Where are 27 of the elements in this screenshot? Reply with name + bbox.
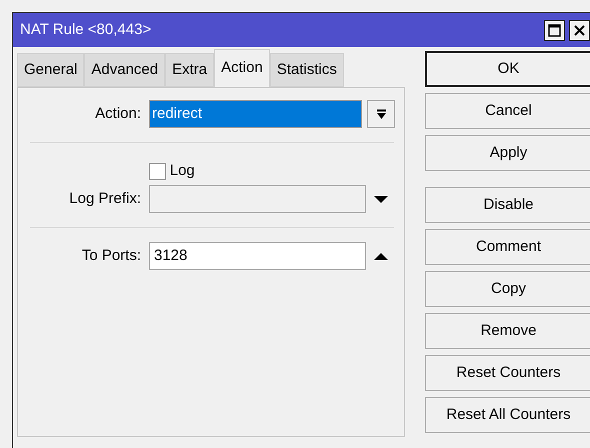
- close-icon[interactable]: [569, 20, 590, 40]
- field-label: Action:: [94, 104, 142, 124]
- dialog-button[interactable]: Remove: [425, 313, 590, 349]
- maximize-icon[interactable]: [544, 20, 566, 40]
- dialog-button[interactable]: Copy: [425, 271, 590, 307]
- tab[interactable]: Action: [214, 49, 270, 87]
- dialog-button[interactable]: Reset All Counters: [425, 397, 590, 433]
- dropdown-arrow-icon: [376, 108, 386, 120]
- dropdown-field[interactable]: redirect: [149, 100, 362, 128]
- tab[interactable]: Statistics: [270, 53, 344, 87]
- checkbox[interactable]: [149, 162, 166, 180]
- tab[interactable]: Extra: [165, 53, 214, 87]
- input-field[interactable]: 3128: [149, 242, 366, 270]
- dialog-button[interactable]: Apply: [425, 135, 590, 171]
- dialog-button[interactable]: Cancel: [425, 93, 590, 129]
- collapse-arrow-icon[interactable]: [374, 252, 388, 260]
- dialog-button[interactable]: Disable: [425, 187, 590, 223]
- dialog-button[interactable]: OK: [425, 51, 590, 87]
- window-title: NAT Rule <80,443>: [20, 20, 152, 40]
- field-label: To Ports:: [80, 246, 142, 266]
- checkbox-label: Log: [170, 160, 195, 181]
- tab[interactable]: Advanced: [84, 53, 166, 87]
- field-label: Log Prefix:: [68, 188, 142, 209]
- dropdown-button[interactable]: [367, 100, 395, 128]
- dialog-button[interactable]: Comment: [425, 229, 590, 265]
- dialog-button[interactable]: Reset Counters: [425, 355, 590, 391]
- tab[interactable]: General: [17, 53, 84, 87]
